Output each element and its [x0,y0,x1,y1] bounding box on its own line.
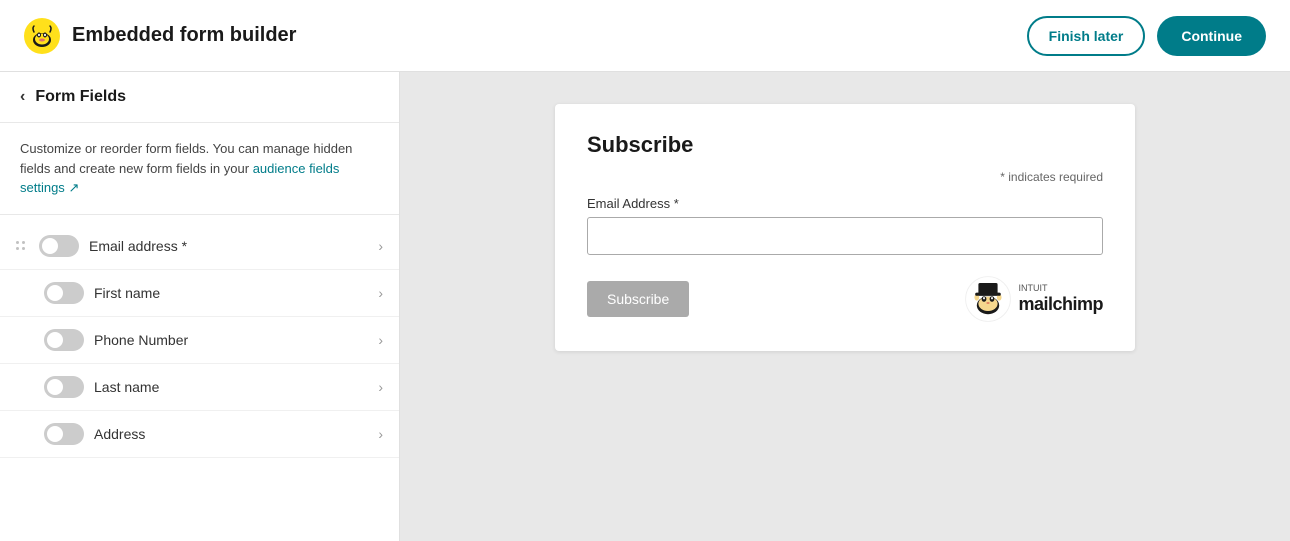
chevron-icon-firstname: › [378,285,383,301]
toggle-firstname-track [44,282,84,304]
chevron-icon-address: › [378,426,383,442]
chevron-icon-lastname: › [378,379,383,395]
continue-button[interactable]: Continue [1157,16,1266,56]
field-list: Email address * › First name › Phone Num… [0,215,399,466]
mailchimp-label: mailchimp [1018,294,1103,316]
toggle-address-track [44,423,84,445]
field-item-firstname[interactable]: First name › [0,270,399,317]
intuit-label: INTUIT [1018,283,1103,294]
field-label-phone: Phone Number [94,332,368,348]
external-link-icon: ↗ [68,180,79,195]
field-item-lastname[interactable]: Last name › [0,364,399,411]
back-button[interactable]: ‹ [20,88,25,106]
drag-handle [16,241,25,250]
field-item-phone[interactable]: Phone Number › [0,317,399,364]
toggle-firstname[interactable] [44,282,84,304]
form-email-field-group: Email Address * [587,196,1103,255]
sidebar: ‹ Form Fields Customize or reorder form … [0,72,400,541]
form-email-label: Email Address * [587,196,1103,211]
sidebar-description: Customize or reorder form fields. You ca… [0,123,399,215]
mailchimp-branding: INTUIT mailchimp [964,275,1103,323]
chevron-icon-email: › [378,238,383,254]
mailchimp-text: INTUIT mailchimp [1018,283,1103,315]
chevron-icon-phone: › [378,332,383,348]
toggle-phone-track [44,329,84,351]
field-item-email[interactable]: Email address * › [0,223,399,270]
toggle-address[interactable] [44,423,84,445]
form-title: Subscribe [587,132,1103,158]
field-label-lastname: Last name [94,379,368,395]
toggle-email[interactable] [39,235,79,257]
form-footer: Subscribe [587,275,1103,323]
toggle-phone[interactable] [44,329,84,351]
field-item-address[interactable]: Address › [0,411,399,458]
mailchimp-icon [24,18,60,54]
field-label-email: Email address * [89,238,368,254]
toggle-lastname[interactable] [44,376,84,398]
sidebar-header: ‹ Form Fields [0,72,399,123]
form-card: Subscribe * indicates required Email Add… [555,104,1135,351]
app-header: Embedded form builder Finish later Conti… [0,0,1290,72]
form-required-note: * indicates required [587,170,1103,184]
subscribe-button[interactable]: Subscribe [587,281,689,317]
header-left: Embedded form builder [24,18,296,54]
main-content: ‹ Form Fields Customize or reorder form … [0,72,1290,541]
form-preview-area: Subscribe * indicates required Email Add… [400,72,1290,541]
sidebar-title: Form Fields [35,88,126,106]
header-actions: Finish later Continue [1027,16,1266,56]
field-label-address: Address [94,426,368,442]
freddie-icon [964,275,1012,323]
toggle-email-track [39,235,79,257]
finish-later-button[interactable]: Finish later [1027,16,1146,56]
form-email-input[interactable] [587,217,1103,255]
app-title: Embedded form builder [72,24,296,47]
toggle-lastname-track [44,376,84,398]
field-label-firstname: First name [94,285,368,301]
